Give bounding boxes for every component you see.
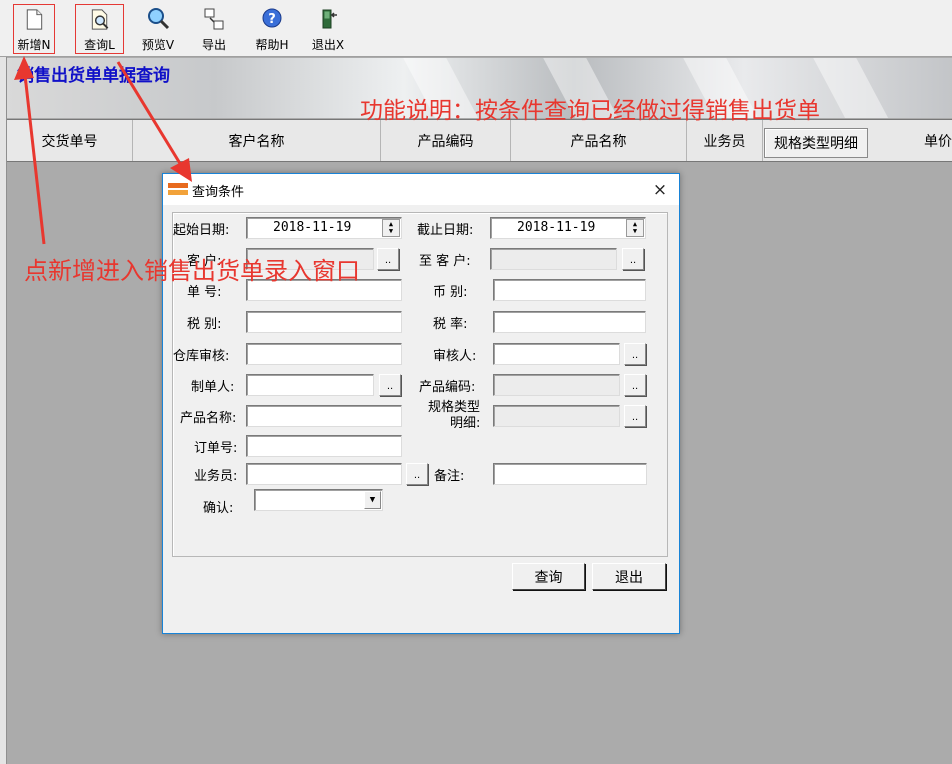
left-frame-strip: [0, 57, 7, 764]
new-button-label: 新增N: [17, 38, 51, 52]
warehouse-audit-label: 仓库审核:: [173, 349, 230, 364]
preview-button-label: 预览V: [141, 38, 175, 52]
creator-lookup-button[interactable]: ..: [379, 374, 401, 396]
tax-rate-label: 税 率:: [433, 317, 468, 332]
query-dialog: 查询条件 × 起始日期: 2018-11-19 ▲ ▼ 截止日期: 2018-11…: [162, 173, 680, 634]
product-code-field[interactable]: [493, 374, 620, 396]
end-date-field[interactable]: 2018-11-19 ▲ ▼: [490, 217, 646, 239]
column-header-spec-type[interactable]: 规格类型明细: [764, 128, 868, 158]
help-button[interactable]: ? 帮助H: [251, 4, 293, 54]
auditor-field[interactable]: [493, 343, 620, 365]
product-code-lookup-button[interactable]: ..: [624, 374, 646, 396]
svg-text:?: ?: [268, 12, 276, 27]
help-icon: ?: [262, 8, 282, 28]
column-header-product-name[interactable]: 产品名称: [511, 120, 687, 161]
customer-lookup-button[interactable]: ..: [377, 248, 399, 270]
close-icon[interactable]: ×: [641, 174, 679, 205]
help-button-label: 帮助H: [255, 38, 289, 52]
grid-header: 交货单号 客户名称 产品编码 产品名称 业务员 规格类型明细 单价: [7, 119, 952, 162]
column-header-salesman[interactable]: 业务员: [687, 120, 763, 161]
tax-rate-field[interactable]: [493, 311, 646, 333]
product-name-label: 产品名称:: [180, 411, 237, 426]
to-customer-label: 至 客 户:: [419, 254, 471, 269]
exit-door-icon: [322, 9, 337, 29]
exit-dialog-button[interactable]: 退出: [592, 563, 666, 590]
export-icon: [204, 8, 224, 30]
product-name-field[interactable]: [246, 405, 402, 427]
app-logo-icon: [168, 183, 188, 195]
currency-field[interactable]: [493, 279, 646, 301]
column-header-delivery-no[interactable]: 交货单号: [7, 120, 133, 161]
end-date-value: 2018-11-19: [517, 220, 596, 235]
start-date-value: 2018-11-19: [273, 220, 352, 235]
query-dialog-button[interactable]: 查询: [512, 563, 585, 590]
chevron-down-icon[interactable]: ▼: [364, 491, 381, 509]
auditor-lookup-button[interactable]: ..: [624, 343, 646, 365]
toolbar: 新增N 查询L 预览V 导出 ? 帮助H 退出X: [0, 0, 952, 57]
tax-type-label: 税 别:: [187, 317, 222, 332]
export-button-label: 导出: [201, 38, 226, 52]
to-customer-lookup-button[interactable]: ..: [622, 248, 644, 270]
dialog-title: 查询条件: [192, 185, 245, 200]
confirm-label: 确认:: [203, 501, 234, 516]
creator-label: 制单人:: [191, 380, 235, 395]
end-date-label: 截止日期:: [417, 223, 474, 238]
start-date-spinner[interactable]: ▲ ▼: [382, 219, 400, 237]
new-button[interactable]: 新增N: [13, 4, 55, 54]
spec-type-field[interactable]: [493, 405, 620, 427]
currency-label: 币 别:: [433, 285, 468, 300]
start-date-field[interactable]: 2018-11-19 ▲ ▼: [246, 217, 402, 239]
end-date-spinner[interactable]: ▲ ▼: [626, 219, 644, 237]
confirm-select[interactable]: ▼: [254, 489, 383, 511]
exit-button[interactable]: 退出X: [307, 4, 349, 54]
salesman-field[interactable]: [246, 463, 402, 485]
to-customer-field[interactable]: [490, 248, 617, 270]
query-button[interactable]: 查询L: [75, 4, 124, 54]
spec-type-label-line2: 明细:: [450, 416, 481, 431]
new-note: 点新增进入销售出货单录入窗口: [24, 257, 360, 285]
function-note: 功能说明：按条件查询已经做过得销售出货单: [360, 98, 820, 124]
warehouse-audit-field[interactable]: [246, 343, 402, 365]
query-button-label: 查询L: [84, 38, 115, 52]
preview-button[interactable]: 预览V: [137, 4, 179, 54]
order-no-field[interactable]: [246, 435, 402, 457]
tax-type-field[interactable]: [246, 311, 402, 333]
spec-type-lookup-button[interactable]: ..: [624, 405, 646, 427]
auditor-label: 审核人:: [433, 349, 477, 364]
order-no-label: 订单号:: [194, 441, 238, 456]
remark-field[interactable]: [493, 463, 647, 485]
page-title: 销售出货单单据查询: [17, 66, 170, 86]
column-header-customer-name[interactable]: 客户名称: [133, 120, 381, 161]
exit-button-label: 退出X: [311, 38, 345, 52]
dialog-titlebar: 查询条件 ×: [163, 174, 679, 205]
magnifier-document-icon: [91, 9, 108, 30]
start-date-label: 起始日期:: [173, 223, 230, 238]
salesman-label: 业务员:: [194, 469, 238, 484]
magnifier-icon: [148, 8, 170, 30]
column-header-unit-price[interactable]: 单价: [869, 120, 952, 161]
column-header-product-code[interactable]: 产品编码: [381, 120, 511, 161]
remark-label: 备注:: [434, 469, 465, 484]
export-button[interactable]: 导出: [193, 4, 235, 54]
product-code-label: 产品编码:: [419, 380, 476, 395]
creator-field[interactable]: [246, 374, 374, 396]
new-document-icon: [26, 9, 43, 30]
salesman-lookup-button[interactable]: ..: [406, 463, 428, 485]
